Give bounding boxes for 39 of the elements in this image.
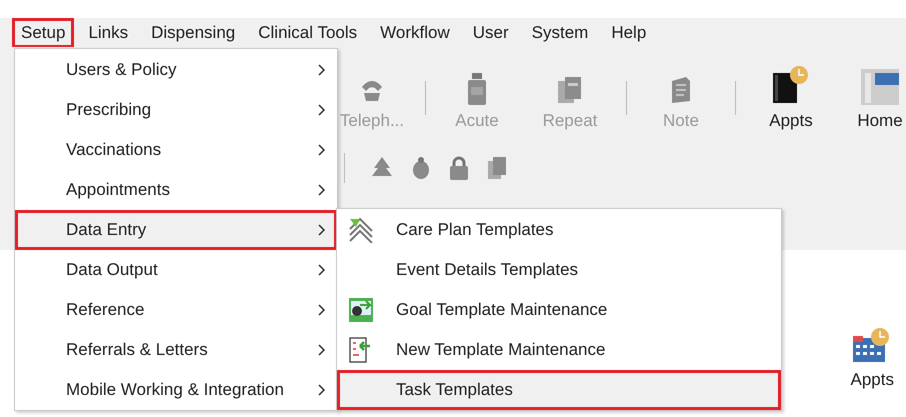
chevron-icon [318,344,326,356]
menu-item[interactable]: Dispensing [142,18,244,48]
chevron-icon [318,104,326,116]
menu-item[interactable]: Links [79,18,138,48]
appts-button[interactable]: Appts [850,328,894,394]
bug-icon[interactable] [411,156,431,180]
menu-item[interactable]: Help [602,18,656,48]
diary-clock-icon [771,65,811,105]
menu-item[interactable]: Event Details Templates [337,250,781,290]
menu-item[interactable]: Mobile Working & Integration [15,370,337,410]
padlock-icon[interactable] [449,156,469,180]
chevrons-icon [348,217,374,243]
chevron-icon [318,384,326,396]
menu-item[interactable]: Goal Template Maintenance [337,290,781,330]
menu-item[interactable]: New Template Maintenance [337,330,781,370]
menu-item[interactable]: Referrals & Letters [15,330,337,370]
pages-icon[interactable] [487,156,507,180]
chevron-icon [318,264,326,276]
bottle-icon [466,73,488,105]
chevron-icon [318,304,326,316]
calendar-clock-icon [853,328,892,364]
chevron-icon [318,144,326,156]
form-arrow-icon [348,337,372,363]
chevron-icon [318,184,326,196]
menu-item[interactable]: Care Plan Templates [337,210,781,250]
chevron-icon [318,64,326,76]
toolbar-button[interactable]: Appts [743,65,839,135]
chevron-icon [318,224,326,236]
documents-icon [556,75,584,105]
menu-item[interactable]: Reference [15,290,337,330]
menu-item[interactable]: Data Entry [15,210,337,250]
menu-item[interactable]: Appointments [15,170,337,210]
menu-item[interactable]: Data Output [15,250,337,290]
toolbar-button[interactable]: Home [839,65,906,135]
menu-item[interactable]: Task Templates [337,370,781,410]
menu-item[interactable]: System [522,18,598,48]
menu-item[interactable]: Clinical Tools [249,18,366,48]
menu-item[interactable]: User [464,18,518,48]
menu-item[interactable]: Workflow [371,18,459,48]
